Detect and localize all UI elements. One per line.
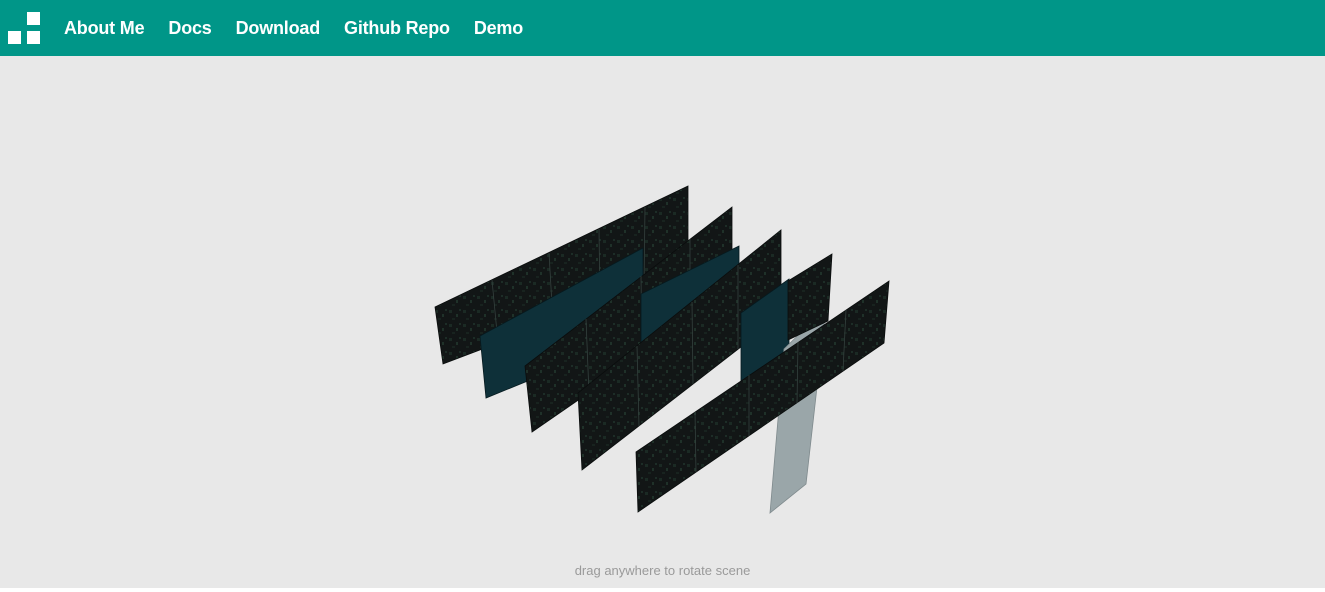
navbar: About Me Docs Download Github Repo Demo — [0, 0, 1325, 56]
page-bottom-edge — [0, 588, 1325, 592]
nav-download-link[interactable]: Download — [236, 18, 321, 39]
rotate-hint-text: drag anywhere to rotate scene — [574, 563, 751, 578]
squares-logo-icon[interactable] — [8, 12, 40, 44]
nav-about-me-link[interactable]: About Me — [64, 18, 145, 39]
3d-scene-canvas[interactable] — [0, 56, 1325, 588]
nav-demo-link[interactable]: Demo — [474, 18, 523, 39]
nav-links: About Me Docs Download Github Repo Demo — [64, 0, 547, 56]
nav-docs-link[interactable]: Docs — [168, 18, 211, 39]
scene-svg — [434, 185, 890, 514]
nav-github-repo-link[interactable]: Github Repo — [344, 18, 450, 39]
